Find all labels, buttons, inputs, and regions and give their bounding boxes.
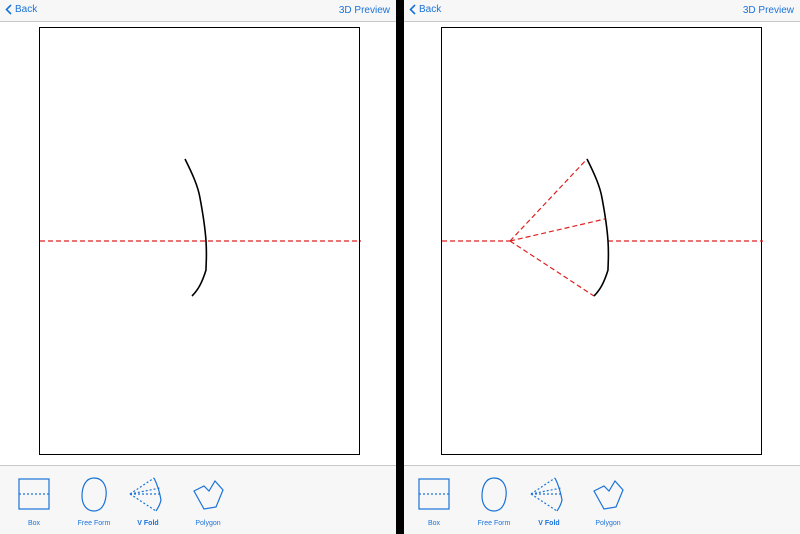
tool-label: Box bbox=[427, 520, 441, 527]
tool-polygon[interactable]: Polygon bbox=[180, 474, 236, 527]
3d-preview-button[interactable]: 3D Preview bbox=[743, 5, 794, 16]
tool-label: Polygon bbox=[195, 520, 221, 527]
box-fold-icon bbox=[18, 478, 50, 510]
tool-v-fold[interactable]: V Fold bbox=[521, 474, 577, 527]
free-form-icon bbox=[481, 477, 507, 512]
tool-label: V Fold bbox=[137, 520, 159, 527]
tool-label: Free Form bbox=[77, 520, 111, 527]
back-button[interactable]: Back bbox=[409, 4, 441, 15]
tool-box[interactable]: Box bbox=[6, 474, 62, 527]
drawn-stroke bbox=[184, 158, 208, 297]
3d-preview-button[interactable]: 3D Preview bbox=[339, 5, 390, 16]
nav-bar: Back 3D Preview bbox=[0, 0, 396, 22]
tool-v-fold[interactable]: V Fold bbox=[120, 474, 176, 527]
drawing-canvas[interactable] bbox=[39, 27, 361, 455]
v-fold-line-bottom bbox=[509, 240, 595, 297]
screen-left: Back 3D Preview Box Free Form V Fold Pol… bbox=[0, 0, 396, 534]
tool-bar: Box Free Form V Fold Polygon bbox=[404, 465, 800, 534]
nav-bar: Back 3D Preview bbox=[404, 0, 800, 22]
back-label: Back bbox=[419, 4, 442, 15]
tool-free-form[interactable]: Free Form bbox=[66, 474, 122, 527]
dual-screen-view: Back 3D Preview Box Free Form V Fold Pol… bbox=[0, 0, 800, 534]
tool-label: Polygon bbox=[595, 520, 621, 527]
v-fold-line-middle bbox=[509, 218, 606, 242]
screen-right: Back 3D Preview Box Free Form V Fold Pol… bbox=[404, 0, 800, 534]
free-form-icon bbox=[81, 477, 107, 512]
box-fold-icon bbox=[418, 478, 450, 510]
tool-label: Box bbox=[27, 520, 41, 527]
tool-label: V Fold bbox=[538, 520, 560, 527]
v-fold-line-top bbox=[509, 158, 588, 242]
v-fold-icon bbox=[129, 477, 162, 512]
drawing-canvas[interactable] bbox=[441, 27, 763, 455]
v-fold-icon bbox=[530, 477, 563, 512]
back-button[interactable]: Back bbox=[5, 4, 37, 15]
drawn-stroke bbox=[586, 158, 610, 297]
polygon-icon bbox=[593, 479, 624, 510]
chevron-left-icon bbox=[5, 4, 12, 15]
polygon-icon bbox=[193, 479, 224, 510]
back-label: Back bbox=[15, 4, 38, 15]
tool-label: Free Form bbox=[477, 520, 511, 527]
tool-polygon[interactable]: Polygon bbox=[580, 474, 636, 527]
tool-free-form[interactable]: Free Form bbox=[466, 474, 522, 527]
tool-bar: Box Free Form V Fold Polygon bbox=[0, 465, 396, 534]
tool-box[interactable]: Box bbox=[406, 474, 462, 527]
chevron-left-icon bbox=[409, 4, 416, 15]
